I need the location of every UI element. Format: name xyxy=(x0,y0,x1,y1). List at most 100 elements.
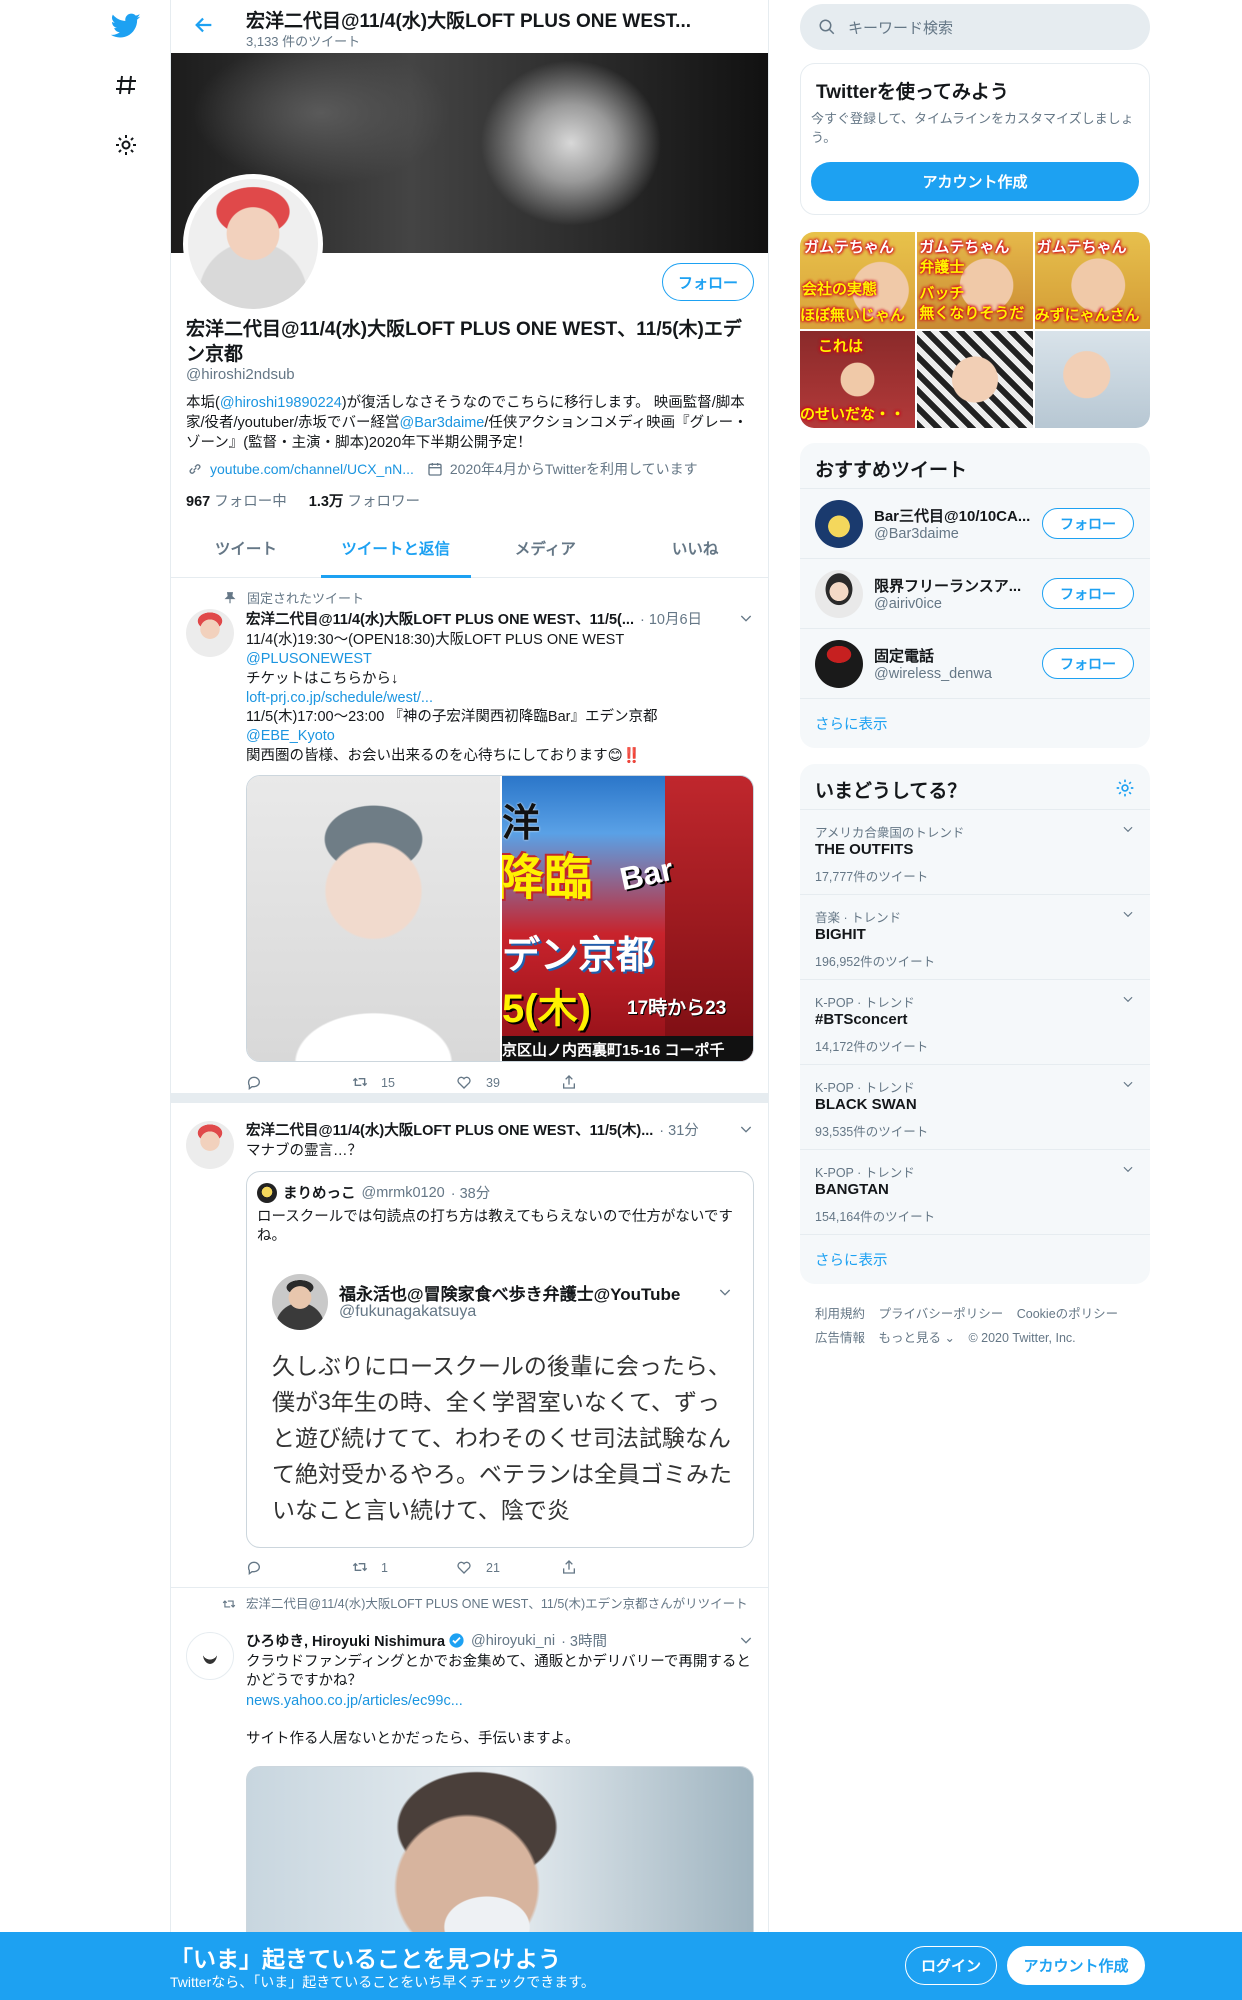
retweeted-by-label: 宏洋二代目@11/4(水)大阪LOFT PLUS ONE WEST、11/5(木… xyxy=(221,1596,751,1612)
chevron-down-icon[interactable] xyxy=(1121,1162,1135,1176)
signup-card: Twitterを使ってみよう 今すぐ登録して、タイムラインをカスタマイズしましょ… xyxy=(800,63,1150,215)
following-link[interactable]: 967 フォロー中 xyxy=(186,494,287,510)
suggestion-row[interactable]: 固定電話 @wireless_denwa フォロー xyxy=(800,628,1150,698)
media-event-poster[interactable]: 洋 降臨 Bar デン京都 5(木) 17時から23 京区山ノ内西裏町15-16… xyxy=(502,776,753,1061)
tweet-author-name[interactable]: 宏洋二代目@11/4(水)大阪LOFT PLUS ONE WEST、11/5(.… xyxy=(246,608,634,629)
header-title: 宏洋二代目@11/4(水)大阪LOFT PLUS ONE WEST... xyxy=(246,11,692,32)
share-icon xyxy=(561,1074,579,1092)
tweet-url-link[interactable]: loft-prj.co.jp/schedule/west/... xyxy=(246,690,433,706)
footer-more-link[interactable]: もっと見る ⌄ xyxy=(879,1331,955,1345)
signup-button[interactable]: アカウント作成 xyxy=(1007,1946,1145,1985)
heart-icon xyxy=(456,1559,474,1577)
tweet-url-link[interactable]: news.yahoo.co.jp/articles/ec99c... xyxy=(246,1693,463,1709)
trend-name: #BTSconcert xyxy=(815,1011,908,1028)
suggestion-row[interactable]: Bar三代目@10/10CA... @Bar3daime フォロー xyxy=(800,488,1150,558)
poster-text: デン京都 xyxy=(502,935,655,977)
media-photo-left[interactable] xyxy=(247,776,500,1061)
reply-button[interactable] xyxy=(246,1558,351,1578)
create-account-button[interactable]: アカウント作成 xyxy=(811,162,1139,201)
tweet-mention-link[interactable]: @PLUSONEWEST xyxy=(246,651,372,667)
followers-link[interactable]: 1.3万 フォロワー xyxy=(309,494,420,510)
quoted-avatar xyxy=(257,1182,277,1203)
retweet-icon xyxy=(351,1074,369,1092)
retweet-button[interactable]: 1 xyxy=(351,1558,456,1578)
chevron-down-icon[interactable] xyxy=(738,610,754,626)
suggestion-name: 固定電話 xyxy=(874,648,935,665)
chevron-down-icon[interactable] xyxy=(738,1632,754,1648)
footer-terms-link[interactable]: 利用規約 xyxy=(815,1307,865,1321)
tweet-media[interactable]: 洋 降臨 Bar デン京都 5(木) 17時から23 京区山ノ内西裏町15-16… xyxy=(246,775,754,1062)
like-button[interactable]: 39 xyxy=(456,1073,561,1093)
tweet-author-name[interactable]: 宏洋二代目@11/4(水)大阪LOFT PLUS ONE WEST、11/5(木… xyxy=(246,1119,653,1140)
tweet-line: 11/4(水)19:30〜(OPEN18:30)大阪LOFT PLUS ONE … xyxy=(246,632,625,648)
chevron-down-icon[interactable] xyxy=(1121,992,1135,1006)
tweet-header: ひろゆき, Hiroyuki Nishimura @hiroyuki_ni · … xyxy=(246,1630,754,1651)
tweet-time[interactable]: · 10月6日 xyxy=(640,608,702,629)
thumbnail[interactable] xyxy=(917,331,1033,428)
trend-item[interactable]: 音楽 · トレンド BIGHIT 196,952件のツイート xyxy=(800,894,1150,979)
trends-settings-gear-icon[interactable] xyxy=(1115,778,1135,798)
trend-count: 14,172件のツイート xyxy=(815,1040,929,1054)
trends-show-more-link[interactable]: さらに表示 xyxy=(815,1249,888,1270)
chevron-down-icon[interactable] xyxy=(738,1121,754,1137)
thumbnail[interactable]: これは のせいだな・・ xyxy=(800,331,916,428)
tweet-time[interactable]: · 31分 xyxy=(659,1119,699,1140)
footer-privacy-link[interactable]: プライバシーポリシー xyxy=(879,1307,1004,1321)
quoted-tweet[interactable]: まりめっこ @mrmk0120 · 38分 ロースクールでは句読点の打ち方は教え… xyxy=(246,1171,754,1548)
follow-button[interactable]: フォロー xyxy=(1042,648,1134,679)
bio-mention-link[interactable]: @Bar3daime xyxy=(400,415,485,431)
chevron-down-icon[interactable] xyxy=(1121,1077,1135,1091)
settings-gear-icon[interactable] xyxy=(108,127,144,163)
tweet-author-name[interactable]: ひろゆき, Hiroyuki Nishimura xyxy=(246,1630,445,1651)
login-button[interactable]: ログイン xyxy=(905,1946,997,1985)
signup-text: 今すぐ登録して、タイムラインをカスタマイズしましょう。 xyxy=(811,111,1134,145)
retweet-button[interactable]: 15 xyxy=(351,1073,456,1093)
thumbnail[interactable]: ガムテちゃん 弁護士 バッチ 無くなりそうだ xyxy=(917,232,1033,329)
trend-name: BIGHIT xyxy=(815,926,866,943)
search-box[interactable]: キーワード検索 xyxy=(800,4,1150,50)
trend-item[interactable]: K-POP · トレンド BLACK SWAN 93,535件のツイート xyxy=(800,1064,1150,1149)
tab-tweets-and-replies[interactable]: ツイートと返信 xyxy=(320,523,471,578)
thumbnail[interactable]: ガムテちゃん みずにゃんさん xyxy=(1034,232,1150,329)
tweet-avatar[interactable] xyxy=(186,1121,234,1169)
thumbnail-caption: みずにゃんさん xyxy=(1034,307,1140,324)
embedded-tweet-screenshot: 福永活也@冒険家食べ歩き弁護士@YouTube @fukunagakatsuya… xyxy=(247,1256,753,1547)
retweet-count: 1 xyxy=(381,1561,388,1575)
follow-button[interactable]: フォロー xyxy=(1042,508,1134,539)
explore-hashtag-icon[interactable] xyxy=(108,67,144,103)
profile-avatar[interactable] xyxy=(183,174,323,314)
tweet-line: サイト作る人居ないとかだったら、手伝いますよ。 xyxy=(246,1730,580,1747)
tab-tweets[interactable]: ツイート xyxy=(171,523,321,577)
tweet-avatar[interactable] xyxy=(186,609,234,657)
bio-mention-link[interactable]: @hiroshi19890224 xyxy=(220,395,342,411)
tweet-author-handle[interactable]: @hiroyuki_ni xyxy=(471,1633,555,1649)
search-input[interactable]: キーワード検索 xyxy=(848,17,953,38)
trend-item[interactable]: K-POP · トレンド BANGTAN 154,164件のツイート xyxy=(800,1149,1150,1234)
thumbnail[interactable]: ガムテちゃん 会社の実態 ほぼ無いじゃん xyxy=(800,232,916,329)
tweet-quote[interactable]: 宏洋二代目@11/4(水)大阪LOFT PLUS ONE WEST、11/5(木… xyxy=(171,1103,768,1588)
twitter-logo-icon[interactable] xyxy=(108,8,144,44)
tab-media[interactable]: メディア xyxy=(471,523,621,577)
tweet-avatar[interactable] xyxy=(186,1632,234,1680)
tab-likes[interactable]: いいね xyxy=(620,523,768,577)
back-arrow-icon[interactable] xyxy=(189,10,219,40)
footer-cookie-link[interactable]: Cookieのポリシー xyxy=(1017,1307,1118,1321)
thumbnail[interactable] xyxy=(1034,331,1150,428)
suggestion-row[interactable]: 限界フリーランスア... @airiv0ice フォロー xyxy=(800,558,1150,628)
follow-button[interactable]: フォロー xyxy=(1042,578,1134,609)
profile-website-link[interactable]: youtube.com/channel/UCX_nN... xyxy=(210,461,414,477)
tweet-pinned[interactable]: 固定されたツイート 宏洋二代目@11/4(水)大阪LOFT PLUS ONE W… xyxy=(171,578,768,1103)
follow-button[interactable]: フォロー xyxy=(662,263,754,301)
trend-item[interactable]: アメリカ合衆国のトレンド THE OUTFITS 17,777件のツイート xyxy=(800,809,1150,894)
show-more-link[interactable]: さらに表示 xyxy=(815,713,888,734)
chevron-down-icon[interactable] xyxy=(1121,822,1135,836)
share-button[interactable] xyxy=(561,1073,666,1093)
tweet-time[interactable]: · 3時間 xyxy=(561,1630,607,1651)
trend-item[interactable]: K-POP · トレンド #BTSconcert 14,172件のツイート xyxy=(800,979,1150,1064)
chevron-down-icon[interactable] xyxy=(1121,907,1135,921)
like-button[interactable]: 21 xyxy=(456,1558,561,1578)
tweet-mention-link[interactable]: @EBE_Kyoto xyxy=(246,728,335,744)
reply-button[interactable] xyxy=(246,1073,351,1093)
footer-ads-link[interactable]: 広告情報 xyxy=(815,1331,865,1345)
share-button[interactable] xyxy=(561,1558,666,1578)
